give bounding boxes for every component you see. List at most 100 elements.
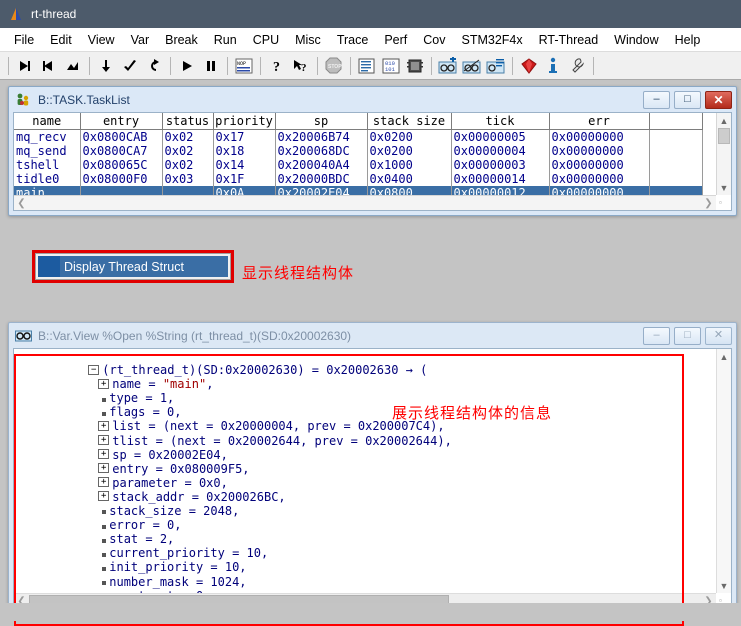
cell-name: tidle0 bbox=[14, 171, 81, 186]
scroll-down-icon[interactable]: ▼ bbox=[717, 578, 731, 593]
tree-line-text: error = 0, bbox=[109, 518, 182, 533]
resize-grip[interactable]: ▫ bbox=[719, 198, 729, 208]
expand-node-icon[interactable]: + bbox=[98, 477, 110, 488]
scroll-up-icon[interactable]: ▲ bbox=[717, 349, 731, 364]
tasklist-close-button[interactable]: ✕ bbox=[705, 90, 732, 109]
table-row[interactable]: tshell 0x080065C 0x02 0x14 0x200040A4 0x… bbox=[14, 157, 703, 172]
step-over-icon[interactable] bbox=[38, 55, 60, 77]
column-header-status[interactable]: status bbox=[162, 113, 214, 130]
table-row[interactable]: mq_recv 0x0800CAB 0x02 0x17 0x20006B74 0… bbox=[14, 129, 703, 144]
settings-wrench-icon[interactable] bbox=[566, 55, 588, 77]
tasklist-window-controls: – □ ✕ bbox=[639, 90, 736, 109]
step-down-icon[interactable] bbox=[95, 55, 117, 77]
tasklist-horizontal-scrollbar[interactable]: ❮ ❯ bbox=[14, 195, 716, 210]
column-header-sp[interactable]: sp bbox=[275, 113, 368, 130]
list-source-icon[interactable] bbox=[356, 55, 378, 77]
tasklist-vertical-scrollbar[interactable]: ▲ ▼ bbox=[716, 113, 731, 195]
scroll-left-icon[interactable]: ❮ bbox=[14, 198, 29, 209]
menu-run[interactable]: Run bbox=[206, 31, 245, 49]
scrollbar-thumb[interactable] bbox=[718, 128, 730, 144]
table-row[interactable]: tidle0 0x08000F0 0x03 0x1F 0x20000BDC 0x… bbox=[14, 171, 703, 186]
go-run-icon[interactable] bbox=[176, 55, 198, 77]
var-view-glasses-icon bbox=[15, 328, 32, 344]
menu-misc[interactable]: Misc bbox=[287, 31, 329, 49]
scroll-right-icon[interactable]: ❯ bbox=[701, 198, 716, 209]
menu-stm32f4x[interactable]: STM32F4x bbox=[453, 31, 530, 49]
menu-perf[interactable]: Perf bbox=[376, 31, 415, 49]
tasklist-minimize-button[interactable]: – bbox=[643, 90, 670, 109]
scroll-up-icon[interactable]: ▲ bbox=[717, 113, 731, 128]
cell-tick: 0x00000005 bbox=[451, 129, 550, 144]
step-into-icon[interactable] bbox=[14, 55, 36, 77]
expand-node-icon[interactable]: + bbox=[98, 435, 110, 446]
step-out-icon[interactable] bbox=[62, 55, 84, 77]
binary-data-icon[interactable]: 010 101 bbox=[380, 55, 402, 77]
menu-rt-thread[interactable]: RT-Thread bbox=[531, 31, 607, 49]
varview-titlebar[interactable]: B::Var.View %Open %String (rt_thread_t)(… bbox=[9, 323, 736, 348]
expand-node-icon[interactable]: + bbox=[98, 378, 110, 389]
varview-vertical-scrollbar[interactable]: ▲ ▼ bbox=[716, 349, 731, 593]
var-watch-icon[interactable] bbox=[461, 55, 483, 77]
menu-break[interactable]: Break bbox=[157, 31, 206, 49]
column-header-priority[interactable]: priority bbox=[213, 113, 276, 130]
context-menu: Display Thread Struct bbox=[35, 253, 231, 280]
info-icon[interactable] bbox=[542, 55, 564, 77]
menu-cov[interactable]: Cov bbox=[415, 31, 453, 49]
svg-text:?: ? bbox=[273, 60, 280, 74]
cell-status: 0x03 bbox=[162, 171, 214, 186]
expand-node-icon[interactable]: + bbox=[98, 463, 110, 474]
leaf-node-icon bbox=[98, 405, 109, 419]
menu-file[interactable]: File bbox=[6, 31, 42, 49]
tasklist-maximize-button[interactable]: □ bbox=[674, 90, 701, 109]
menu-view[interactable]: View bbox=[80, 31, 123, 49]
menu-var[interactable]: Var bbox=[123, 31, 158, 49]
scroll-down-icon[interactable]: ▼ bbox=[717, 180, 731, 195]
menu-trace[interactable]: Trace bbox=[329, 31, 377, 49]
collapse-node-icon[interactable]: − bbox=[88, 364, 100, 375]
expand-node-icon[interactable]: + bbox=[98, 449, 110, 460]
toolbar-separator bbox=[89, 56, 90, 75]
toolbar-separator bbox=[317, 56, 318, 75]
varview-maximize-button[interactable]: □ bbox=[674, 326, 701, 345]
var-add-icon[interactable] bbox=[437, 55, 459, 77]
menu-edit[interactable]: Edit bbox=[42, 31, 80, 49]
column-header-blank[interactable] bbox=[649, 113, 703, 130]
context-help-icon[interactable]: ? bbox=[290, 55, 312, 77]
expand-node-icon[interactable]: + bbox=[98, 420, 110, 431]
help-question-icon[interactable]: ? bbox=[266, 55, 288, 77]
step-back-icon[interactable] bbox=[143, 55, 165, 77]
cell-sp: 0x200068DC bbox=[275, 143, 368, 158]
varview-minimize-button[interactable]: – bbox=[643, 326, 670, 345]
tree-line[interactable]: − (rt_thread_t)(SD:0x20002630) = 0x200026… bbox=[14, 349, 716, 377]
stop-icon[interactable]: STOP bbox=[323, 55, 345, 77]
column-header-err[interactable]: err bbox=[549, 113, 650, 130]
tree-line-text: sp = 0x20002E04, bbox=[112, 447, 228, 462]
leaf-node-icon bbox=[98, 574, 109, 588]
break-pause-icon[interactable] bbox=[200, 55, 222, 77]
menu-item-display-thread-struct[interactable]: Display Thread Struct bbox=[38, 256, 228, 277]
nop-list-icon[interactable]: NOP bbox=[233, 55, 255, 77]
tasklist-titlebar[interactable]: B::TASK.TaskList – □ ✕ bbox=[9, 87, 736, 112]
toolbar-separator bbox=[260, 56, 261, 75]
cell-stack-size: 0x1000 bbox=[367, 157, 452, 172]
variable-tree[interactable]: − (rt_thread_t)(SD:0x20002630) = 0x200026… bbox=[14, 349, 716, 593]
tasklist-body: name entry status priority sp stack size… bbox=[13, 112, 732, 211]
chip-icon[interactable] bbox=[404, 55, 426, 77]
column-header-stack-size[interactable]: stack size bbox=[367, 113, 452, 130]
menu-help[interactable]: Help bbox=[667, 31, 709, 49]
column-header-name[interactable]: name bbox=[14, 113, 81, 130]
cell-blank bbox=[649, 143, 703, 158]
step-return-icon[interactable] bbox=[119, 55, 141, 77]
expand-node-icon[interactable]: + bbox=[98, 491, 110, 502]
column-header-entry[interactable]: entry bbox=[80, 113, 163, 130]
varview-close-button[interactable]: ✕ bbox=[705, 326, 732, 345]
menu-cpu[interactable]: CPU bbox=[245, 31, 287, 49]
menu-window[interactable]: Window bbox=[606, 31, 666, 49]
cell-sp: 0x20006B74 bbox=[275, 129, 368, 144]
tree-line-text: stack_addr = 0x200026BC, bbox=[112, 489, 286, 504]
column-header-tick[interactable]: tick bbox=[451, 113, 550, 130]
system-ruby-icon[interactable] bbox=[518, 55, 540, 77]
var-view-icon[interactable] bbox=[485, 55, 507, 77]
toolbar-separator bbox=[170, 56, 171, 75]
table-row[interactable]: mq_send 0x0800CA7 0x02 0x18 0x200068DC 0… bbox=[14, 143, 703, 158]
